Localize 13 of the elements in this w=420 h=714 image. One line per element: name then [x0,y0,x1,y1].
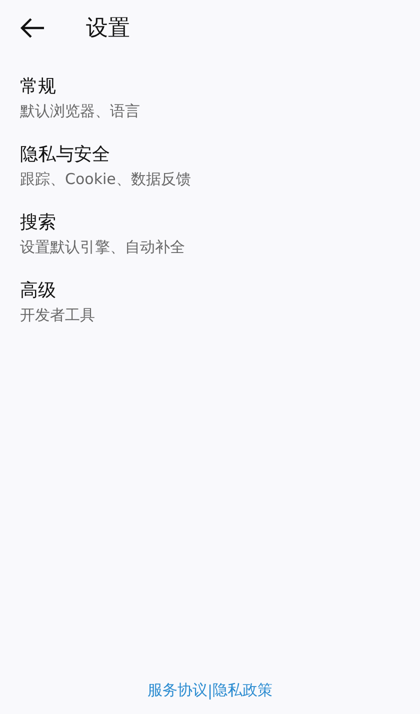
footer-link[interactable]: 服务协议 [147,681,208,700]
settings-item-title[interactable]: 常规 [20,74,56,98]
separator: | [207,682,213,700]
page-title: 设置 [86,15,130,43]
settings-item-subtitle: 设置默认引擎、自动补全 [20,238,185,257]
settings-item-subtitle: 跟踪、Cookie、数据反馈 [20,170,191,189]
settings-item-title[interactable]: 高级 [20,278,56,302]
settings-item-title[interactable]: 搜索 [20,210,56,234]
settings-item-title[interactable]: 隐私与安全 [20,142,110,166]
back-arrow-icon [20,17,46,39]
settings-item-subtitle: 默认浏览器、语言 [20,102,140,121]
settings-item-subtitle: 开发者工具 [20,306,95,325]
footer-link[interactable]: 隐私政策 [212,681,273,700]
